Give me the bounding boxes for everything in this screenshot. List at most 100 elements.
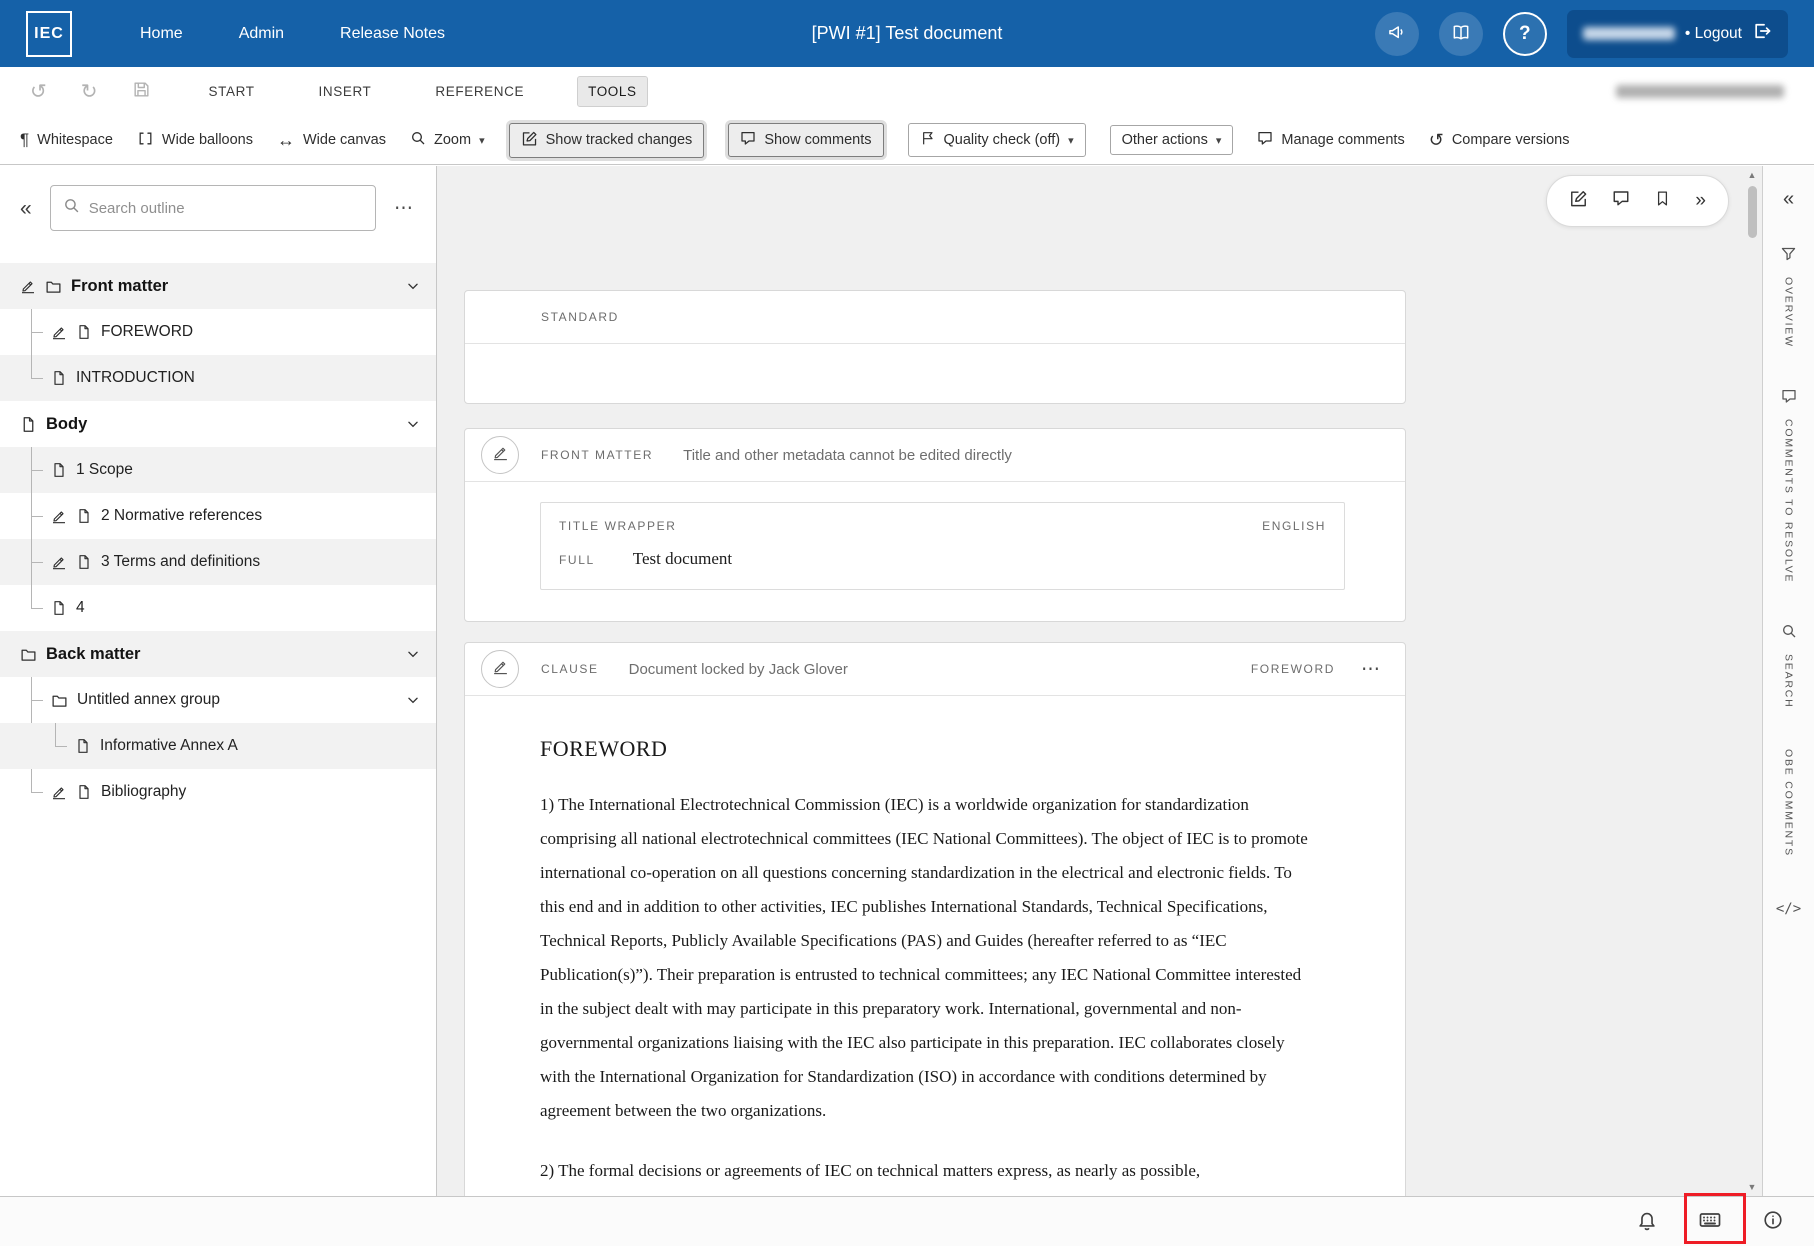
show-comments-toggle[interactable]: Show comments [728, 123, 883, 157]
compare-versions-button[interactable]: ↺ Compare versions [1429, 130, 1570, 151]
outline-item-informative-annex-a[interactable]: Informative Annex A [0, 723, 436, 769]
wide-balloons-button[interactable]: Wide balloons [137, 130, 253, 151]
scroll-up-icon[interactable]: ▲ [1748, 166, 1757, 184]
edit-button[interactable] [1569, 189, 1588, 214]
tab-insert[interactable]: INSERT [309, 77, 382, 106]
rail-tab-label: COMMENTS TO RESOLVE [1783, 419, 1795, 583]
nav-admin[interactable]: Admin [239, 25, 284, 43]
outline-item-bibliography[interactable]: Bibliography [0, 769, 436, 815]
more-actions-button[interactable]: » [1695, 190, 1706, 212]
iec-logo[interactable]: IEC [26, 11, 72, 57]
outline-item-front-matter[interactable]: Front matter [0, 263, 436, 309]
standard-card-header: STANDARD [465, 291, 1405, 344]
section-label: FOREWORD [1251, 662, 1335, 676]
outline-item-clause-4[interactable]: 4 [0, 585, 436, 631]
search-outline-box[interactable] [50, 185, 376, 231]
chevron-down-icon[interactable] [400, 413, 426, 435]
clause-card-header: CLAUSE Document locked by Jack Glover FO… [465, 643, 1405, 696]
outline-options-button[interactable]: ⋯ [388, 193, 420, 224]
language-label: ENGLISH [1262, 519, 1326, 533]
documentation-button[interactable] [1439, 12, 1483, 56]
rail-tab-search[interactable]: SEARCH [1781, 623, 1797, 709]
document-icon [76, 508, 92, 524]
top-nav: Home Admin Release Notes [140, 25, 445, 43]
question-icon: ? [1519, 23, 1531, 45]
tree-connector [31, 493, 49, 539]
zoom-dropdown[interactable]: Zoom ▾ [410, 130, 485, 150]
scrollbar-thumb[interactable] [1748, 186, 1757, 238]
document-scrollbar[interactable]: ▲ ▼ [1744, 166, 1760, 1196]
chevron-down-icon: ▾ [1216, 134, 1222, 147]
rail-tab-label: OVERVIEW [1783, 277, 1795, 348]
tab-reference[interactable]: REFERENCE [425, 77, 534, 106]
outline-item-back-matter[interactable]: Back matter [0, 631, 436, 677]
search-outline-input[interactable] [89, 200, 363, 217]
folder-icon [45, 278, 62, 295]
outline-item-label: 1 Scope [76, 461, 133, 479]
redo-button[interactable]: ↻ [81, 80, 98, 103]
collapse-outline-button[interactable]: « [14, 194, 38, 223]
redacted-username [1583, 27, 1675, 40]
outline-item-foreword[interactable]: FOREWORD [0, 309, 436, 355]
top-navigation-bar: IEC Home Admin Release Notes [PWI #1] Te… [0, 0, 1814, 67]
notifications-button[interactable] [1636, 1209, 1658, 1234]
keyboard-shortcuts-button[interactable] [1698, 1208, 1722, 1235]
outline-item-body[interactable]: Body [0, 401, 436, 447]
rail-tab-overview[interactable]: OVERVIEW [1780, 245, 1797, 348]
manage-comments-button[interactable]: Manage comments [1257, 130, 1404, 150]
help-button[interactable]: ? [1503, 12, 1547, 56]
status-bar [0, 1196, 1814, 1246]
outline-item-terms-definitions[interactable]: 3 Terms and definitions [0, 539, 436, 585]
logout-label[interactable]: • Logout [1685, 25, 1742, 43]
document-full-title[interactable]: Test document [633, 549, 732, 569]
comment-icon [1257, 130, 1273, 150]
outline-item-introduction[interactable]: INTRODUCTION [0, 355, 436, 401]
card-label: FRONT MATTER [541, 448, 653, 462]
whitespace-button[interactable]: ¶ Whitespace [20, 130, 113, 150]
rail-tab-label: OBE COMMENTS [1783, 749, 1795, 857]
nav-home[interactable]: Home [140, 25, 183, 43]
announcements-button[interactable] [1375, 12, 1419, 56]
standard-card[interactable]: STANDARD [464, 290, 1406, 404]
bookmark-button[interactable] [1654, 190, 1671, 213]
info-button[interactable] [1762, 1209, 1784, 1234]
save-button[interactable] [132, 80, 151, 103]
chevron-down-icon[interactable] [400, 275, 426, 297]
card-note: Document locked by Jack Glover [629, 661, 848, 678]
folder-icon [20, 646, 37, 663]
rail-tab-obe-comments[interactable]: OBE COMMENTS [1783, 749, 1795, 857]
scroll-down-icon[interactable]: ▼ [1748, 1178, 1757, 1196]
document-icon [51, 462, 67, 478]
clause-options-button[interactable]: ⋯ [1361, 658, 1381, 681]
wide-canvas-button[interactable]: ↔ Wide canvas [277, 130, 386, 151]
outline-item-normative-references[interactable]: 2 Normative references [0, 493, 436, 539]
outline-item-scope[interactable]: 1 Scope [0, 447, 436, 493]
user-menu[interactable]: • Logout [1567, 10, 1788, 58]
tab-tools[interactable]: TOOLS [578, 77, 647, 106]
other-actions-dropdown[interactable]: Other actions ▾ [1110, 125, 1234, 155]
chevron-down-icon: ▾ [479, 134, 485, 147]
clause-card[interactable]: CLAUSE Document locked by Jack Glover FO… [464, 642, 1406, 1196]
add-comment-button[interactable] [1612, 189, 1630, 213]
edit-box-icon [1569, 189, 1588, 214]
locked-icon [20, 278, 36, 294]
brackets-icon [137, 130, 154, 151]
locked-icon [51, 508, 67, 524]
quality-check-dropdown[interactable]: Quality check (off) ▾ [908, 123, 1086, 157]
undo-button[interactable]: ↺ [30, 80, 47, 103]
front-matter-card[interactable]: FRONT MATTER Title and other metadata ca… [464, 428, 1406, 622]
chevron-down-icon[interactable] [400, 689, 426, 711]
expand-panel-button[interactable]: « [1783, 188, 1794, 211]
rail-tab-comments-to-resolve[interactable]: COMMENTS TO RESOLVE [1781, 388, 1797, 583]
nav-release-notes[interactable]: Release Notes [340, 25, 445, 43]
show-tracked-changes-toggle[interactable]: Show tracked changes [509, 123, 705, 158]
document-icon [20, 416, 37, 433]
outline-item-annex-group[interactable]: Untitled annex group [0, 677, 436, 723]
clause-body[interactable]: FOREWORD 1) The International Electrotec… [465, 696, 1405, 1188]
code-view-button[interactable]: </> [1776, 901, 1801, 917]
outline-item-label: INTRODUCTION [76, 369, 195, 387]
title-wrapper-box[interactable]: TITLE WRAPPER ENGLISH FULL Test document [540, 502, 1345, 590]
chevron-down-icon[interactable] [400, 643, 426, 665]
tab-start[interactable]: START [199, 77, 265, 106]
document-outline-tree: Front matter FOREWORD INTRODUCTION B [0, 263, 436, 815]
